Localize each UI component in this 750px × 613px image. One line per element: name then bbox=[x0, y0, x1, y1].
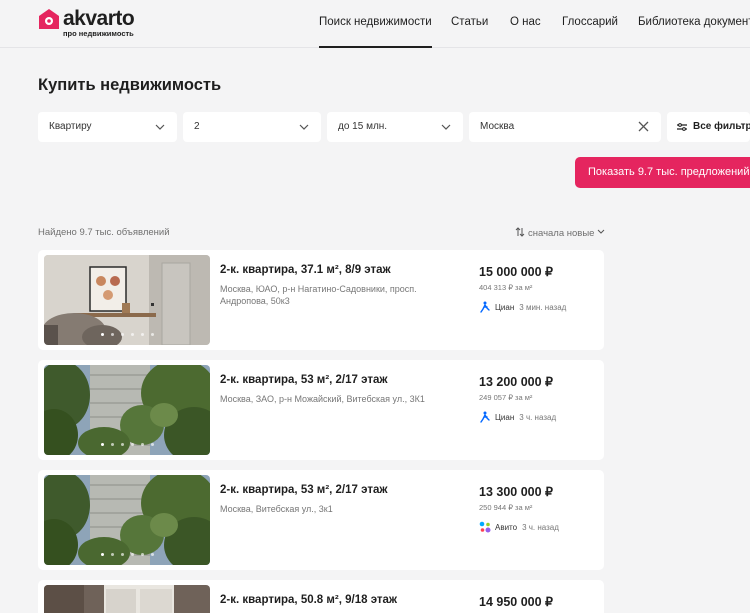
filter-sliders-icon bbox=[677, 123, 687, 131]
nav-about[interactable]: О нас bbox=[510, 0, 541, 48]
listing-time: 3 ч. назад bbox=[522, 523, 559, 532]
listing-card[interactable]: 2-к. квартира, 53 м², 2/17 этаж Москва, … bbox=[38, 470, 604, 570]
listing-title[interactable]: 2-к. квартира, 37.1 м², 8/9 этаж bbox=[220, 264, 391, 276]
house-logo-icon bbox=[39, 9, 59, 29]
listing-source[interactable]: Циан 3 мин. назад bbox=[479, 301, 566, 313]
interior-photo bbox=[44, 255, 210, 345]
cian-icon bbox=[480, 411, 490, 423]
listing-price-per-m2: 404 313 ₽ за м² bbox=[479, 283, 533, 292]
listing-title[interactable]: 2-к. квартира, 50.8 м², 9/18 этаж bbox=[220, 594, 397, 606]
photo-pagination bbox=[44, 443, 210, 446]
listing-title[interactable]: 2-к. квартира, 53 м², 2/17 этаж bbox=[220, 374, 388, 386]
logo-tagline: про недвижимость bbox=[63, 29, 134, 38]
city-value: Москва bbox=[480, 121, 515, 132]
listing-source[interactable]: Авито 3 ч. назад bbox=[479, 521, 559, 533]
listing-photo[interactable] bbox=[44, 255, 210, 345]
listing-photo[interactable] bbox=[44, 365, 210, 455]
photo-pagination bbox=[44, 553, 210, 556]
listing-price: 13 300 000 ₽ bbox=[479, 485, 553, 499]
listing-card[interactable]: 2-к. квартира, 50.8 м², 9/18 этаж 14 950… bbox=[38, 580, 604, 613]
logo[interactable]: akvarto про недвижимость bbox=[38, 7, 148, 40]
chevron-down-icon bbox=[441, 124, 451, 130]
avito-icon bbox=[479, 521, 491, 533]
listing-time: 3 мин. назад bbox=[519, 303, 567, 312]
price-select[interactable]: до 15 млн. bbox=[327, 112, 463, 142]
listing-address: Москва, Витебская ул., 3к1 bbox=[220, 504, 333, 514]
listing-card[interactable]: 2-к. квартира, 37.1 м², 8/9 этаж Москва,… bbox=[38, 250, 604, 350]
source-name: Циан bbox=[495, 303, 515, 312]
nav-library[interactable]: Библиотека документо bbox=[638, 0, 750, 48]
show-offers-label: Показать 9.7 тыс. предложений bbox=[588, 166, 750, 178]
sort-dropdown[interactable]: сначала новые bbox=[515, 227, 605, 239]
photo-pagination bbox=[44, 333, 210, 336]
property-type-value: Квартиру bbox=[49, 121, 92, 132]
chevron-down-icon bbox=[598, 229, 605, 234]
listing-card[interactable]: 2-к. квартира, 53 м², 2/17 этаж Москва, … bbox=[38, 360, 604, 460]
listing-address: Москва, ЗАО, р-н Можайский, Витебская ул… bbox=[220, 394, 425, 404]
building-photo bbox=[44, 475, 210, 565]
source-name: Циан bbox=[495, 413, 515, 422]
page-title: Купить недвижимость bbox=[38, 76, 222, 94]
cian-icon bbox=[480, 301, 490, 313]
listing-photo[interactable] bbox=[44, 585, 210, 613]
sort-label: сначала новые bbox=[528, 228, 595, 239]
nav-glossary[interactable]: Глоссарий bbox=[562, 0, 618, 48]
price-value: до 15 млн. bbox=[338, 121, 388, 132]
listing-photo[interactable] bbox=[44, 475, 210, 565]
chevron-down-icon bbox=[299, 124, 309, 130]
logo-text: akvarto bbox=[63, 7, 135, 30]
nav-search[interactable]: Поиск недвижимости bbox=[319, 0, 432, 48]
show-offers-button[interactable]: Показать 9.7 тыс. предложений bbox=[575, 157, 750, 188]
listing-price: 13 200 000 ₽ bbox=[479, 375, 553, 389]
sort-arrows-icon bbox=[515, 227, 525, 237]
city-input[interactable]: Москва bbox=[469, 112, 661, 142]
property-type-select[interactable]: Квартиру bbox=[38, 112, 177, 142]
listing-address: Москва, ЮАО, р-н Нагатино-Садовники, про… bbox=[220, 284, 417, 306]
listing-title[interactable]: 2-к. квартира, 53 м², 2/17 этаж bbox=[220, 484, 388, 496]
chevron-down-icon bbox=[155, 124, 165, 130]
all-filters-button[interactable]: Все фильтры bbox=[667, 112, 750, 142]
listing-time: 3 ч. назад bbox=[519, 413, 557, 422]
listing-price-per-m2: 250 944 ₽ за м² bbox=[479, 503, 533, 512]
header: akvarto про недвижимость Поиск недвижимо… bbox=[0, 0, 750, 48]
listing-price-per-m2: 249 057 ₽ за м² bbox=[479, 393, 533, 402]
interior-photo bbox=[44, 585, 210, 613]
source-name: Авито bbox=[495, 523, 518, 532]
all-filters-label: Все фильтры bbox=[693, 121, 750, 132]
listing-price: 15 000 000 ₽ bbox=[479, 265, 553, 279]
rooms-value: 2 bbox=[194, 121, 200, 132]
listing-price: 14 950 000 ₽ bbox=[479, 595, 553, 609]
listing-source[interactable]: Циан 3 ч. назад bbox=[479, 411, 556, 423]
building-photo bbox=[44, 365, 210, 455]
close-icon[interactable] bbox=[638, 121, 649, 132]
nav-articles[interactable]: Статьи bbox=[451, 0, 488, 48]
results-count: Найдено 9.7 тыс. объявлений bbox=[38, 227, 170, 238]
rooms-select[interactable]: 2 bbox=[183, 112, 321, 142]
